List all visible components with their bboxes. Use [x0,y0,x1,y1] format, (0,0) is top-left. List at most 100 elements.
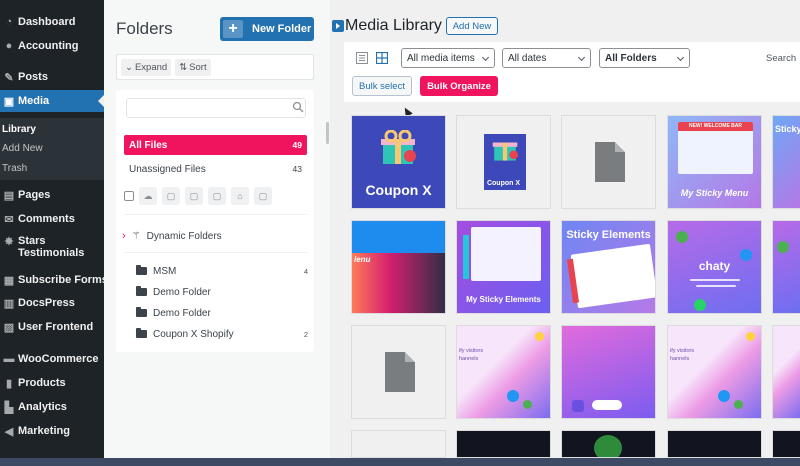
sidebar-item-products[interactable]: ▮ Products [0,372,104,394]
search-label: Search [766,53,797,64]
media-tile-my-sticky-menu[interactable]: NEW! WELCOME BAR My Sticky Menu [667,115,762,209]
sidebar-item-posts[interactable]: ✎ Posts [0,66,104,88]
media-tile-sticky-elements[interactable]: Sticky Elements [561,220,656,314]
dynamic-folders-item[interactable]: › ⚚ Dynamic Folders [122,230,222,242]
whatsapp-icon [523,400,532,409]
document-icon [385,352,415,392]
grid-view-icon[interactable] [376,52,388,64]
media-tile-document[interactable] [351,430,446,458]
media-tile-coupon-x-small[interactable]: Coupon X [456,115,551,209]
filter-folders-select[interactable]: All Folders [599,48,690,68]
bulk-select-button[interactable]: Bulk select [352,76,412,96]
media-tile-chaty[interactable]: chaty [667,220,762,314]
plus-icon: + [223,20,243,38]
document-icon [595,142,625,182]
bulk-organize-button[interactable]: Bulk Organize [420,76,498,96]
delete-folder-icon[interactable]: ▢ [254,187,272,205]
media-tile-chaty-channels[interactable]: ify visitors hannels [667,325,762,419]
folder-search-input[interactable] [126,98,306,118]
search-icon[interactable] [292,101,304,113]
add-new-button[interactable]: Add New [446,17,498,35]
whatsapp-icon [676,231,688,243]
filter-dates-value: All dates [508,52,547,64]
folder-name: Demo Folder [153,286,211,298]
media-tile-document[interactable] [351,325,446,419]
sidebar-item-comments[interactable]: ✉ Comments [0,208,104,230]
media-tile-dark[interactable] [456,430,551,458]
folder-item[interactable]: Coupon X Shopify 2 [136,326,308,342]
media-submenu: Library Add New Trash [0,118,104,180]
submenu-trash[interactable]: Trash [2,163,27,174]
submenu-add-new[interactable]: Add New [2,143,43,154]
screenshot-card [570,243,655,309]
all-files-item[interactable]: All Files 49 [124,135,307,155]
media-tile-night[interactable] [667,430,762,458]
media-tile-sticky-partial[interactable]: Sticky [772,115,800,209]
sidebar-item-dashboard[interactable]: ◔ Dashboard [0,11,104,33]
sidebar-item-pages[interactable]: ▤ Pages [0,184,104,206]
rename-folder-icon[interactable]: ▢ [185,187,203,205]
sidebar-item-subscribe-forms[interactable]: ▦ Subscribe Forms [0,269,108,291]
folder-name: Demo Folder [153,307,211,319]
list-view-icon[interactable] [356,52,368,64]
folder-item[interactable]: Demo Folder [136,284,308,300]
duplicate-folder-icon[interactable]: ▢ [208,187,226,205]
chevron-down-icon: ⌄ [125,61,133,73]
media-tile-partial[interactable] [772,430,800,458]
expand-label: Expand [134,61,168,73]
filter-media-type-select[interactable]: All media items [401,48,495,68]
chevron-down-icon [676,53,685,62]
sidebar-item-marketing[interactable]: ◀ Marketing [0,420,104,442]
media-tile-chaty-partial[interactable] [772,220,800,314]
sidebar-item-label: Products [18,377,66,389]
sidebar-item-label: Subscribe Forms [18,274,108,286]
submenu-library[interactable]: Library [2,124,36,135]
select-all-checkbox[interactable] [124,191,134,201]
filter-folders-value: All Folders [605,52,657,64]
media-tile-document[interactable] [561,115,656,209]
sidebar-item-analytics[interactable]: ▙ Analytics [0,396,104,418]
chevron-right-icon[interactable]: › [122,230,126,242]
sidebar-item-label: Accounting [18,40,79,52]
unassigned-files-item[interactable]: Unassigned Files 43 [124,160,307,178]
cloud-upload-icon[interactable]: ☁ [139,187,157,205]
expand-button[interactable]: ⌄ Expand [121,58,172,76]
sidebar-item-docspress[interactable]: ▥ DocsPress [0,292,104,314]
welcome-bar-text: NEW! WELCOME BAR [678,122,753,131]
admin-sidebar: ◔ Dashboard ● Accounting ✎ Posts ▣ Media… [0,0,108,466]
dynamic-folders-label: Dynamic Folders [146,230,222,242]
sidebar-item-label: Media [18,95,50,107]
sidebar-item-label: Comments [18,213,75,225]
folder-item[interactable]: Demo Folder [136,305,308,321]
media-tile-chaty-channels[interactable]: ify visitors hannels [456,325,551,419]
comments-icon: ✉ [4,213,14,226]
folder-name: Coupon X Shopify [153,328,234,340]
folder-item[interactable]: MSM 4 [136,263,308,279]
user-icon: ▨ [3,321,15,334]
new-folder-button[interactable]: + New Folder [220,17,314,41]
media-tile-tree[interactable] [561,430,656,458]
sort-button[interactable]: ⇅ Sort [175,58,211,76]
folder-icon [136,265,147,275]
new-subfolder-icon[interactable]: ▢ [162,187,180,205]
sidebar-item-woocommerce[interactable]: ▬ WooCommerce [0,348,104,370]
lock-icon[interactable]: ⌂ [231,187,249,205]
sidebar-item-media[interactable]: ▣ Media [0,90,104,112]
sidebar-item-accounting[interactable]: ● Accounting [0,35,104,57]
media-tile-coupon-x[interactable]: Coupon X [351,115,446,209]
filter-dates-select[interactable]: All dates [502,48,591,68]
folder-count: 4 [303,266,308,276]
media-tile-partial[interactable] [772,325,800,419]
media-tile-my-sticky-elements[interactable]: My Sticky Elements [456,220,551,314]
media-tile-menu-blue[interactable]: lenu [351,220,446,314]
tile-caption: Coupon X [365,182,432,198]
all-files-count: 49 [292,140,302,150]
sidebar-item-label: User Frontend [18,321,94,333]
forms-icon: ▦ [3,274,15,287]
sidebar-item-user-frontend[interactable]: ▨ User Frontend [0,316,104,338]
media-tile-contact-widget[interactable] [561,325,656,419]
docs-icon: ▥ [3,297,15,310]
panel-resize-handle[interactable] [326,122,329,144]
media-icon: ▣ [3,95,15,108]
sidebar-item-stars-testimonials[interactable]: ✸ Stars Testimonials [0,235,104,263]
